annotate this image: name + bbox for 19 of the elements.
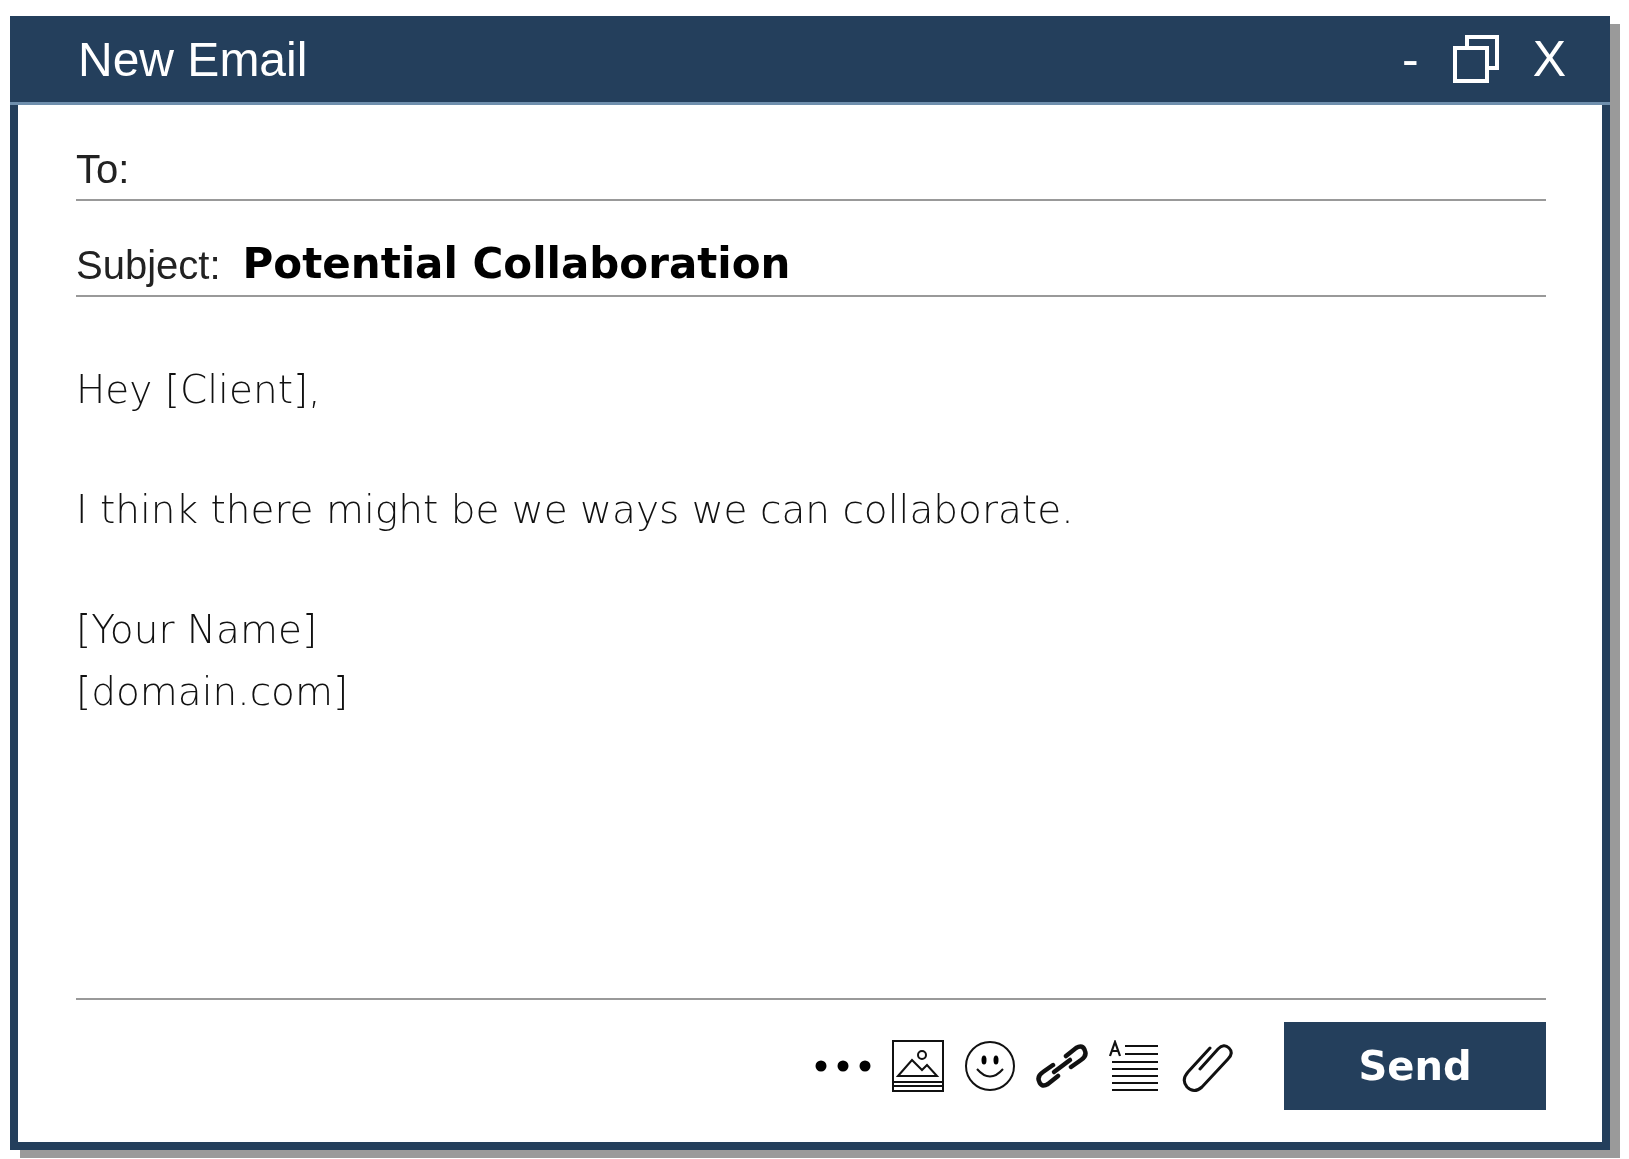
to-label: To: xyxy=(76,147,130,191)
subject-label: Subject: xyxy=(76,243,221,287)
link-icon[interactable] xyxy=(1036,1044,1088,1088)
text-format-icon[interactable] xyxy=(1108,1040,1160,1092)
message-text: [Your Name] xyxy=(76,606,319,654)
message-text: I think there might be we ways we can collaborate. xyxy=(76,486,1075,534)
image-icon[interactable] xyxy=(892,1040,944,1092)
window-title: New Email xyxy=(78,31,308,87)
message-text: Hey [Client], xyxy=(76,366,322,414)
restore-icon[interactable] xyxy=(1450,34,1501,84)
subject-value: Potential Collaboration xyxy=(242,240,791,287)
send-button[interactable]: Send xyxy=(1284,1022,1546,1110)
message-text: [domain.com] xyxy=(76,668,350,716)
minimize-button[interactable]: - xyxy=(1398,34,1423,84)
close-button[interactable]: X xyxy=(1528,34,1570,84)
more-icon[interactable] xyxy=(814,1059,872,1073)
subject-field[interactable]: Subject: Potential Collaboration xyxy=(76,201,1546,297)
smiley-icon[interactable] xyxy=(964,1040,1016,1092)
to-field[interactable]: To: xyxy=(76,105,1546,201)
